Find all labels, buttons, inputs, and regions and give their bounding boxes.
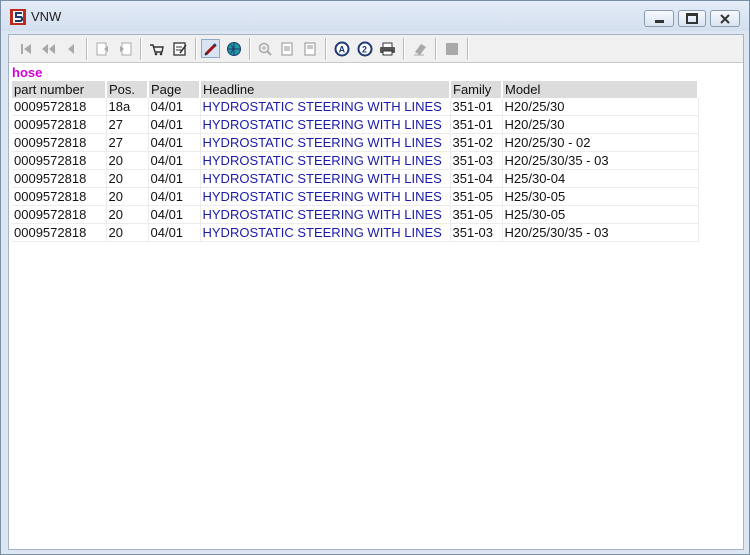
- cell-model: H25/30-05: [502, 187, 699, 206]
- close-button[interactable]: [710, 10, 740, 27]
- maximize-icon: [686, 13, 698, 24]
- cell-family: 351-02: [450, 133, 503, 152]
- app-logo-icon: [10, 9, 26, 25]
- cell-page: 04/01: [148, 205, 201, 224]
- minimize-icon: [654, 19, 664, 23]
- cell-page: 04/01: [148, 115, 201, 134]
- page-icon[interactable]: [277, 39, 296, 58]
- document-frame: A 2 hose part number Pos. Page Headline …: [8, 34, 744, 550]
- stop-icon[interactable]: [442, 39, 461, 58]
- cell-part-number: 0009572818: [12, 205, 107, 224]
- cell-pos: 20: [106, 205, 149, 224]
- cell-part-number: 0009572818: [12, 187, 107, 206]
- cell-part-number: 0009572818: [12, 169, 107, 188]
- table-row[interactable]: 0009572818 20 04/01 HYDROSTATIC STEERING…: [12, 151, 699, 170]
- cell-model: H20/25/30 - 02: [502, 133, 699, 152]
- cell-part-number: 0009572818: [12, 223, 107, 242]
- table-row[interactable]: 0009572818 20 04/01 HYDROSTATIC STEERING…: [12, 205, 699, 224]
- cell-page: 04/01: [148, 223, 201, 242]
- cell-family: 351-01: [450, 115, 503, 134]
- column-header-page[interactable]: Page: [148, 81, 201, 98]
- cell-pos: 20: [106, 223, 149, 242]
- pen-icon[interactable]: [201, 39, 220, 58]
- cell-headline-link[interactable]: HYDROSTATIC STEERING WITH LINES: [200, 115, 451, 134]
- column-header-pos[interactable]: Pos.: [106, 81, 149, 98]
- table-row[interactable]: 0009572818 20 04/01 HYDROSTATIC STEERING…: [12, 187, 699, 206]
- search-2-icon[interactable]: 2: [355, 39, 374, 58]
- cell-model: H25/30-05: [502, 205, 699, 224]
- search-a-icon[interactable]: A: [332, 39, 351, 58]
- cell-headline-link[interactable]: HYDROSTATIC STEERING WITH LINES: [200, 133, 451, 152]
- cell-family: 351-03: [450, 223, 503, 242]
- cell-part-number: 0009572818: [12, 133, 107, 152]
- minimize-button[interactable]: [644, 10, 674, 27]
- globe-icon[interactable]: [224, 39, 243, 58]
- cell-headline-link[interactable]: HYDROSTATIC STEERING WITH LINES: [200, 223, 451, 242]
- cell-pos: 20: [106, 187, 149, 206]
- cell-page: 04/01: [148, 133, 201, 152]
- page-alt-icon[interactable]: [300, 39, 319, 58]
- maximize-button[interactable]: [678, 10, 706, 27]
- zoom-icon[interactable]: [255, 39, 274, 58]
- cell-headline-link[interactable]: HYDROSTATIC STEERING WITH LINES: [200, 151, 451, 170]
- svg-text:A: A: [338, 44, 345, 54]
- cell-page: 04/01: [148, 187, 201, 206]
- cell-headline-link[interactable]: HYDROSTATIC STEERING WITH LINES: [200, 98, 451, 116]
- cell-pos: 18a: [106, 98, 149, 116]
- cell-page: 04/01: [148, 169, 201, 188]
- cell-family: 351-04: [450, 169, 503, 188]
- cell-family: 351-05: [450, 187, 503, 206]
- cell-part-number: 0009572818: [12, 151, 107, 170]
- cell-headline-link[interactable]: HYDROSTATIC STEERING WITH LINES: [200, 169, 451, 188]
- eraser-icon[interactable]: [410, 39, 429, 58]
- title-bar: VNW: [1, 1, 749, 31]
- cell-pos: 27: [106, 133, 149, 152]
- page-back-icon[interactable]: [93, 39, 112, 58]
- cell-pos: 20: [106, 169, 149, 188]
- cell-part-number: 0009572818: [12, 115, 107, 134]
- first-page-icon[interactable]: [16, 39, 35, 58]
- table-row[interactable]: 0009572818 20 04/01 HYDROSTATIC STEERING…: [12, 223, 699, 242]
- close-icon: [720, 13, 730, 24]
- results-table: part number Pos. Page Headline Family Mo…: [12, 81, 699, 242]
- results-panel: hose part number Pos. Page Headline Fami…: [9, 63, 743, 549]
- table-header-row: part number Pos. Page Headline Family Mo…: [12, 81, 699, 98]
- column-header-headline[interactable]: Headline: [200, 81, 451, 98]
- svg-text:2: 2: [362, 44, 367, 54]
- cell-family: 351-05: [450, 205, 503, 224]
- previous-fast-icon[interactable]: [38, 39, 57, 58]
- cell-pos: 27: [106, 115, 149, 134]
- cell-model: H20/25/30/35 - 03: [502, 151, 699, 170]
- column-header-part-number[interactable]: part number: [12, 81, 107, 98]
- window-title: VNW: [31, 9, 62, 24]
- toolbar: A 2: [9, 35, 743, 63]
- cell-pos: 20: [106, 151, 149, 170]
- cell-model: H25/30-04: [502, 169, 699, 188]
- table-row[interactable]: 0009572818 27 04/01 HYDROSTATIC STEERING…: [12, 133, 699, 152]
- column-header-family[interactable]: Family: [450, 81, 503, 98]
- previous-icon[interactable]: [61, 39, 80, 58]
- print-icon[interactable]: [378, 39, 397, 58]
- cell-family: 351-03: [450, 151, 503, 170]
- cell-page: 04/01: [148, 151, 201, 170]
- cell-model: H20/25/30: [502, 115, 699, 134]
- cell-model: H20/25/30: [502, 98, 699, 116]
- cell-part-number: 0009572818: [12, 98, 107, 116]
- cell-page: 04/01: [148, 98, 201, 116]
- cell-headline-link[interactable]: HYDROSTATIC STEERING WITH LINES: [200, 187, 451, 206]
- search-term-label: hose: [12, 65, 43, 80]
- cell-model: H20/25/30/35 - 03: [502, 223, 699, 242]
- cell-family: 351-01: [450, 98, 503, 116]
- table-row[interactable]: 0009572818 27 04/01 HYDROSTATIC STEERING…: [12, 115, 699, 134]
- cart-icon[interactable]: [147, 39, 166, 58]
- column-header-model[interactable]: Model: [502, 81, 699, 98]
- app-window: VNW A 2 hose part number Pos. Page Headl…: [0, 0, 750, 555]
- table-row[interactable]: 0009572818 18a 04/01 HYDROSTATIC STEERIN…: [12, 98, 699, 116]
- table-row[interactable]: 0009572818 20 04/01 HYDROSTATIC STEERING…: [12, 169, 699, 188]
- page-forward-icon[interactable]: [115, 39, 134, 58]
- edit-list-icon[interactable]: [170, 39, 189, 58]
- cell-headline-link[interactable]: HYDROSTATIC STEERING WITH LINES: [200, 205, 451, 224]
